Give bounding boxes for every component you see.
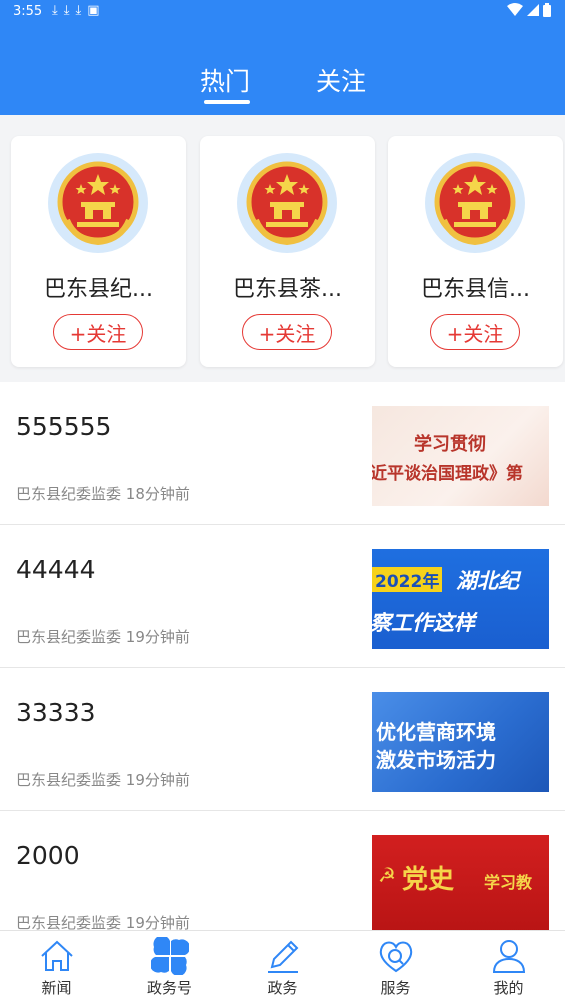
news-source: 巴东县纪委监委 — [16, 485, 122, 503]
news-meta: 巴东县纪委监委 19分钟前 — [16, 769, 190, 790]
nav-label: 我的 — [493, 979, 524, 997]
status-time: 3:55 — [13, 4, 43, 19]
thumb-text: 学习教 — [484, 873, 533, 892]
news-item[interactable]: 33333 巴东县纪委监委 19分钟前 优化营商环境 激发市场活力 — [0, 668, 565, 811]
news-time: 19分钟前 — [125, 628, 190, 646]
follow-button[interactable]: +关注 — [242, 314, 332, 350]
battery-icon — [543, 3, 551, 17]
news-source: 巴东县纪委监委 — [16, 771, 122, 789]
news-title: 44444 — [16, 555, 96, 584]
system-icons — [507, 3, 551, 17]
heart-service-icon — [379, 941, 413, 973]
thumb-text: 察工作这样 — [372, 611, 475, 635]
account-card[interactable]: 巴东县茶... +关注 — [200, 136, 375, 367]
news-time: 18分钟前 — [125, 485, 190, 503]
download-icon: ⤓ — [63, 3, 70, 18]
news-meta: 巴东县纪委监委 18分钟前 — [16, 483, 190, 504]
status-bar: 3:55 ⤓ ⤓ ⤓ ▣ — [0, 0, 565, 24]
news-meta: 巴东县纪委监委 19分钟前 — [16, 626, 190, 647]
nav-label: 新闻 — [41, 979, 72, 997]
nav-label: 政务号 — [146, 979, 192, 997]
news-source: 巴东县纪委监委 — [16, 628, 122, 646]
thumb-text: 激发市场活力 — [376, 748, 496, 772]
account-name: 巴东县纪... — [44, 277, 153, 302]
download-icon: ⤓ — [52, 3, 58, 18]
account-card[interactable]: 巴东县纪... +关注 — [11, 136, 186, 367]
user-icon — [492, 940, 526, 973]
app-icon: ▣ — [87, 3, 100, 18]
header-bar: 3:55 ⤓ ⤓ ⤓ ▣ 热门 关注 — [0, 0, 565, 115]
national-emblem-icon — [48, 153, 148, 253]
news-thumbnail: 2022年 湖北纪 察工作这样 — [372, 549, 549, 649]
news-item[interactable]: 555555 巴东县纪委监委 18分钟前 学习贯彻 近平谈治国理政》第 — [0, 382, 565, 525]
wifi-icon — [507, 3, 523, 16]
thumb-text: 优化营商环境 — [376, 720, 496, 744]
nav-item-government[interactable]: 政务 — [226, 931, 339, 1005]
news-thumbnail: ☭ 党史 学习教 — [372, 835, 549, 935]
account-name: 巴东县信... — [421, 277, 530, 302]
recommended-accounts: 巴东县纪... +关注 巴东县茶... +关注 巴东县信... +关注 — [0, 115, 565, 382]
pencil-icon — [268, 940, 299, 973]
clover-icon — [151, 937, 189, 975]
thumb-text: 党史 — [402, 865, 455, 895]
nav-item-news[interactable]: 新闻 — [0, 931, 113, 1005]
hammer-sickle-icon: ☭ — [378, 863, 396, 887]
top-tabs: 热门 关注 — [0, 62, 565, 112]
news-title: 555555 — [16, 412, 112, 441]
follow-button[interactable]: +关注 — [430, 314, 520, 350]
news-time: 19分钟前 — [125, 771, 190, 789]
nav-item-services[interactable]: 服务 — [339, 931, 452, 1005]
news-title: 33333 — [16, 698, 96, 727]
follow-button[interactable]: +关注 — [53, 314, 143, 350]
thumb-text: 2022年 — [372, 567, 443, 592]
account-name: 巴东县茶... — [233, 277, 342, 302]
news-thumbnail: 优化营商环境 激发市场活力 — [372, 692, 549, 792]
news-item[interactable]: 44444 巴东县纪委监委 19分钟前 2022年 湖北纪 察工作这样 — [0, 525, 565, 668]
account-card[interactable]: 巴东县信... +关注 — [388, 136, 563, 367]
thumb-text: 近平谈治国理政》第 — [372, 464, 523, 484]
national-emblem-icon — [425, 153, 525, 253]
nav-item-gov-accounts[interactable]: 政务号 — [113, 931, 226, 1005]
thumb-text: 湖北纪 — [456, 569, 519, 593]
national-emblem-icon — [237, 153, 337, 253]
nav-label: 服务 — [380, 979, 411, 997]
active-tab-indicator — [204, 100, 250, 104]
download-icon: ⤓ — [75, 3, 82, 18]
nav-label: 政务 — [267, 979, 298, 997]
news-title: 2000 — [16, 841, 80, 870]
news-thumbnail: 学习贯彻 近平谈治国理政》第 — [372, 406, 549, 506]
tab-hot[interactable]: 热门 — [200, 62, 250, 98]
bottom-navigation: 新闻 政务号 政务 服务 我的 — [0, 930, 565, 1004]
signal-icon — [527, 4, 539, 16]
notification-icons: ⤓ ⤓ ⤓ ▣ — [52, 3, 100, 18]
tab-following[interactable]: 关注 — [316, 62, 366, 98]
home-icon — [41, 940, 73, 971]
nav-item-mine[interactable]: 我的 — [452, 931, 565, 1005]
thumb-text: 学习贯彻 — [414, 434, 486, 455]
